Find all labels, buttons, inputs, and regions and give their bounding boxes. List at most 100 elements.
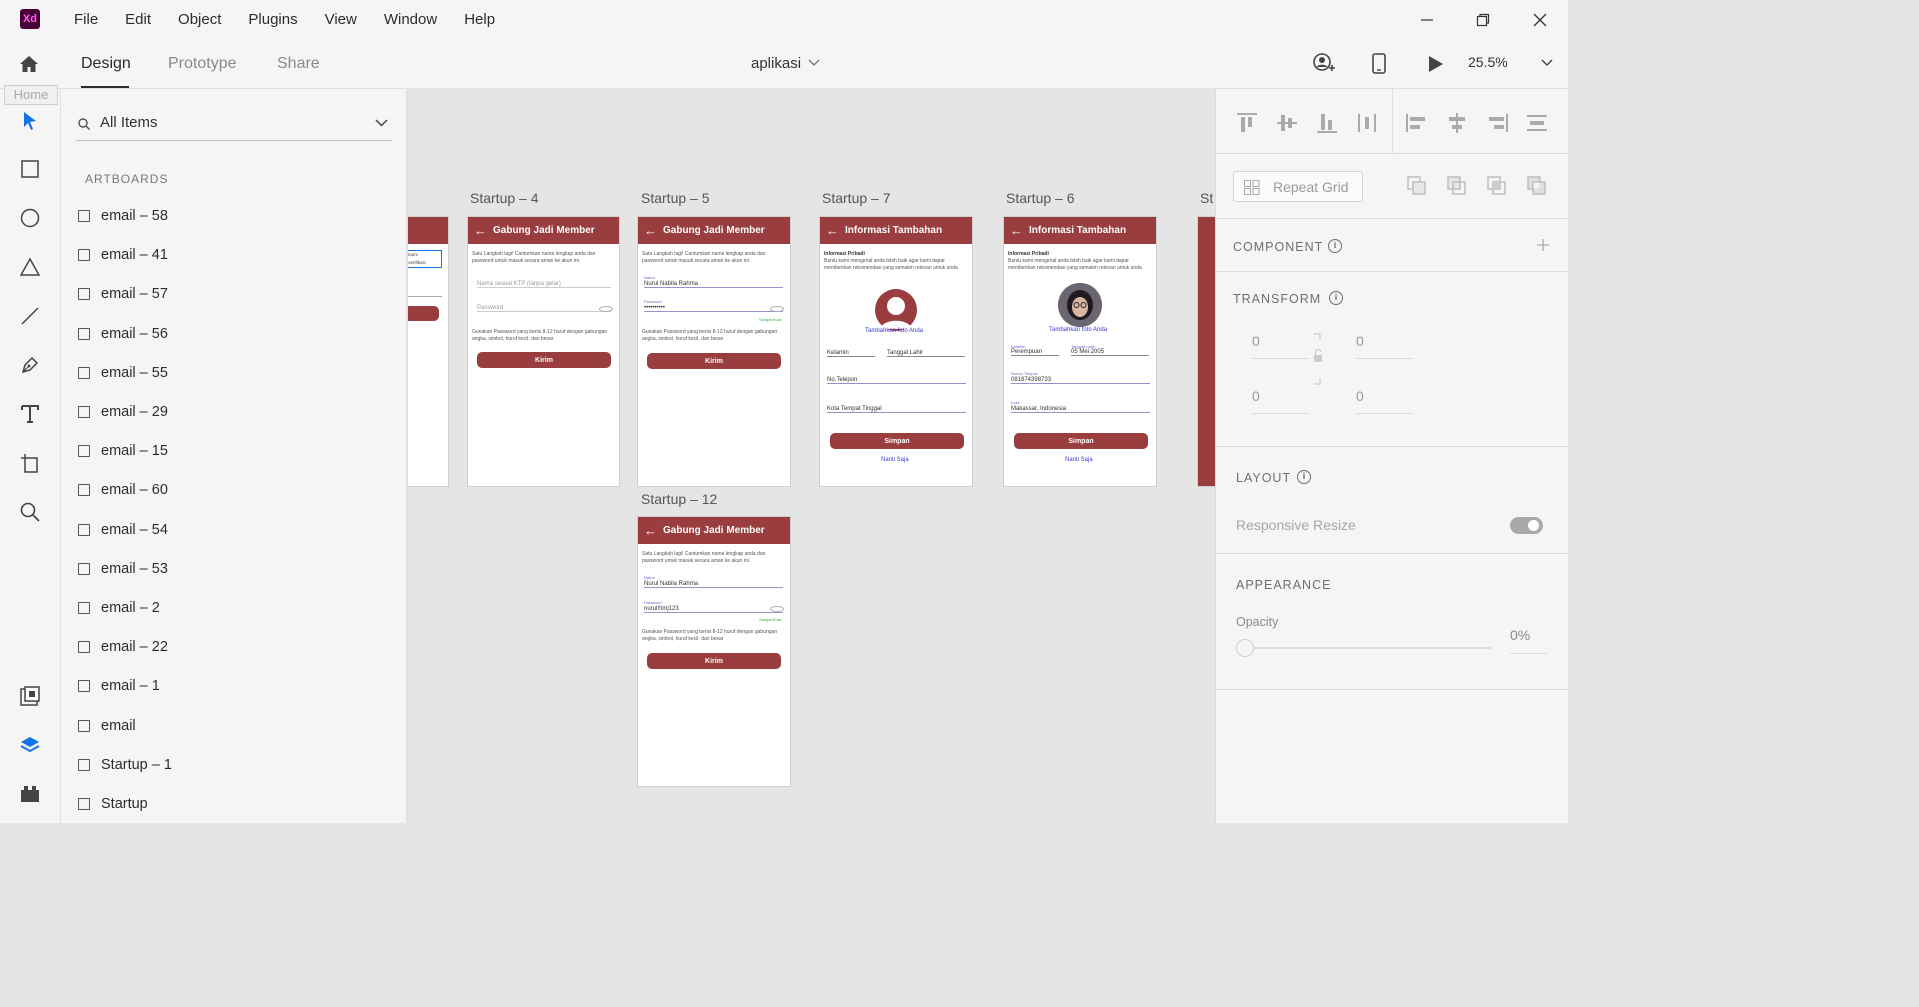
repeat-grid-button[interactable]: Repeat Grid bbox=[1233, 171, 1363, 202]
artboard-list-item[interactable]: email – 1 bbox=[76, 671, 392, 701]
artboard-list-item[interactable]: email bbox=[76, 711, 392, 741]
rectangle-tool[interactable] bbox=[15, 154, 45, 184]
artboard-title-startup-12[interactable]: Startup – 12 bbox=[641, 491, 717, 507]
width-field[interactable]: 0 bbox=[1252, 333, 1260, 349]
opacity-value[interactable]: 0% bbox=[1510, 627, 1530, 643]
city-hint: Kota bbox=[1011, 400, 1020, 405]
component-info-icon[interactable]: i bbox=[1328, 239, 1342, 253]
zoom-level[interactable]: 25.5% bbox=[1468, 54, 1508, 70]
eye-icon bbox=[770, 306, 784, 312]
boolean-add-icon[interactable] bbox=[1407, 176, 1427, 196]
tab-share[interactable]: Share bbox=[277, 55, 320, 73]
zoom-chevron-down-icon[interactable] bbox=[1541, 59, 1553, 67]
artboard-startup-6[interactable]: ← Informasi Tambahan Informasi Pribadi Ba… bbox=[1003, 216, 1157, 487]
menu-plugins[interactable]: Plugins bbox=[248, 11, 297, 28]
x-field[interactable]: 0 bbox=[1252, 388, 1260, 404]
artboard-header: ← Gabung Jadi Member bbox=[638, 217, 790, 244]
restore-button[interactable] bbox=[1455, 0, 1511, 39]
artboard-startup-5[interactable]: ← Gabung Jadi Member Satu Langkah lagi! C… bbox=[637, 216, 791, 487]
artboard-list-item[interactable]: email – 60 bbox=[76, 475, 392, 505]
boolean-subtract-icon[interactable] bbox=[1447, 176, 1467, 196]
menu-edit[interactable]: Edit bbox=[125, 11, 151, 28]
plugins-panel-button[interactable] bbox=[15, 779, 45, 809]
select-tool[interactable] bbox=[15, 106, 45, 136]
text-tool[interactable] bbox=[15, 399, 45, 429]
artboard-title-startup-6[interactable]: Startup – 6 bbox=[1006, 190, 1075, 206]
filter-chevron-down-icon[interactable] bbox=[375, 119, 388, 127]
artboard-list-item[interactable]: email – 58 bbox=[76, 201, 392, 231]
align-center-icon[interactable] bbox=[1445, 112, 1469, 134]
align-top-icon[interactable] bbox=[1235, 112, 1259, 134]
artboard-icon bbox=[78, 719, 90, 732]
artboard-startup-12[interactable]: ← Gabung Jadi Member Satu Langkah lagi! C… bbox=[637, 516, 791, 787]
distribute-vertical-icon[interactable] bbox=[1525, 112, 1549, 134]
zoom-tool[interactable] bbox=[15, 497, 45, 527]
artboard-title-startup-5[interactable]: Startup – 5 bbox=[641, 190, 710, 206]
align-middle-icon[interactable] bbox=[1275, 112, 1299, 134]
artboard-icon bbox=[78, 523, 90, 536]
artboard-title-startup-4[interactable]: Startup – 4 bbox=[470, 190, 539, 206]
y-field[interactable]: 0 bbox=[1356, 388, 1364, 404]
artboard-list-item[interactable]: email – 57 bbox=[76, 279, 392, 309]
menu-help[interactable]: Help bbox=[464, 11, 495, 28]
back-arrow-icon: ← bbox=[1010, 223, 1023, 238]
artboard-list-item[interactable]: Startup bbox=[76, 789, 392, 819]
artboard-list-item[interactable]: email – 55 bbox=[76, 358, 392, 388]
height-field[interactable]: 0 bbox=[1356, 333, 1364, 349]
tab-design[interactable]: Design bbox=[81, 55, 131, 73]
password-field: Password bbox=[477, 305, 611, 312]
artboard-startup-4[interactable]: ← Gabung Jadi Member Satu Langkah lagi! C… bbox=[467, 216, 620, 487]
artboard-tool[interactable] bbox=[15, 448, 45, 478]
menu-window[interactable]: Window bbox=[384, 11, 437, 28]
tab-prototype[interactable]: Prototype bbox=[168, 55, 236, 73]
add-component-icon[interactable] bbox=[1537, 239, 1549, 251]
simpan-button: Simpan bbox=[1014, 433, 1148, 449]
artboard-partial-left[interactable]: ian kami ian verifikasi bbox=[408, 216, 449, 487]
line-tool[interactable] bbox=[15, 301, 45, 331]
ellipse-tool[interactable] bbox=[15, 203, 45, 233]
responsive-resize-toggle[interactable] bbox=[1510, 517, 1543, 534]
menu-file[interactable]: File bbox=[74, 11, 98, 28]
artboard-list-item[interactable]: email – 41 bbox=[76, 240, 392, 270]
opacity-slider-handle[interactable] bbox=[1236, 639, 1254, 657]
artboard-list-item[interactable]: email – 29 bbox=[76, 397, 392, 427]
layers-panel-button[interactable] bbox=[15, 730, 45, 760]
artboard-list-item[interactable]: email – 54 bbox=[76, 515, 392, 545]
opacity-slider[interactable] bbox=[1236, 638, 1491, 658]
pen-tool[interactable] bbox=[15, 350, 45, 380]
header-title: Informasi Tambahan bbox=[845, 225, 943, 236]
assets-panel-button[interactable] bbox=[15, 681, 45, 711]
artboard-list-item[interactable]: email – 15 bbox=[76, 436, 392, 466]
home-button[interactable] bbox=[14, 50, 44, 78]
artboard-title-partial-right[interactable]: St bbox=[1200, 190, 1213, 206]
artboard-list-item[interactable]: email – 22 bbox=[76, 632, 392, 662]
distribute-horizontal-icon[interactable] bbox=[1355, 112, 1379, 134]
layout-info-icon[interactable]: i bbox=[1297, 470, 1311, 484]
close-button[interactable] bbox=[1512, 0, 1568, 39]
align-right-icon[interactable] bbox=[1485, 112, 1509, 134]
artboard-list-item[interactable]: Startup – 1 bbox=[76, 750, 392, 780]
artboard-list-item[interactable]: email – 53 bbox=[76, 554, 392, 584]
artboard-partial-right[interactable] bbox=[1197, 216, 1215, 487]
selected-text-box[interactable]: ian kami ian verifikasi bbox=[408, 250, 442, 268]
minimize-button[interactable] bbox=[1399, 0, 1455, 39]
artboard-list-item[interactable]: email – 56 bbox=[76, 319, 392, 349]
menu-view[interactable]: View bbox=[325, 11, 357, 28]
artboard-startup-7[interactable]: ← Informasi Tambahan Informasi Pribadi Ba… bbox=[819, 216, 973, 487]
boolean-exclude-icon[interactable] bbox=[1527, 176, 1547, 196]
invite-button[interactable] bbox=[1312, 53, 1336, 75]
play-preview-button[interactable] bbox=[1427, 54, 1445, 74]
align-left-icon[interactable] bbox=[1405, 112, 1429, 134]
design-canvas[interactable]: ian kami ian verifikasi Startup – 4 ← Gab… bbox=[408, 89, 1215, 823]
artboard-title-startup-7[interactable]: Startup – 7 bbox=[822, 190, 891, 206]
device-preview-button[interactable] bbox=[1371, 53, 1387, 75]
transform-info-icon[interactable]: i bbox=[1329, 291, 1343, 305]
lock-aspect-icon[interactable] bbox=[1312, 333, 1324, 385]
artboard-list-item[interactable]: email – 2 bbox=[76, 593, 392, 623]
menu-object[interactable]: Object bbox=[178, 11, 221, 28]
polygon-tool[interactable] bbox=[15, 252, 45, 282]
boolean-intersect-icon[interactable] bbox=[1487, 176, 1507, 196]
align-bottom-icon[interactable] bbox=[1315, 112, 1339, 134]
artboard-list-item-label: email – 56 bbox=[101, 325, 168, 342]
layers-search[interactable]: All Items bbox=[76, 107, 392, 141]
